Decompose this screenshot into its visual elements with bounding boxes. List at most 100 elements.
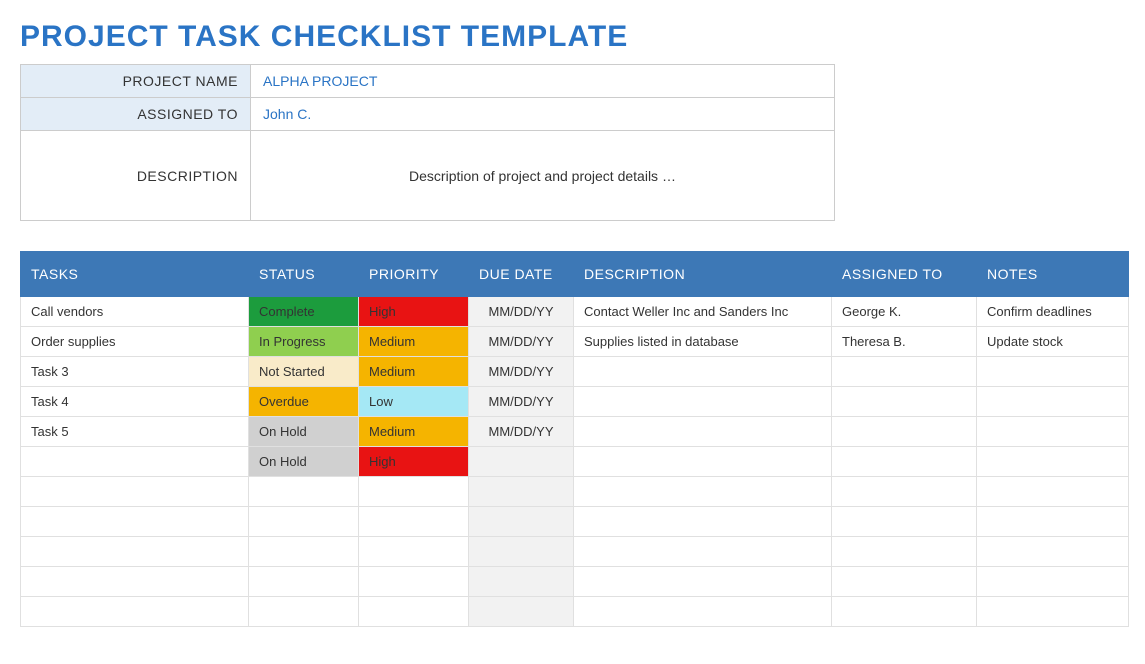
cell-assigned[interactable]: Theresa B. [832, 327, 977, 357]
cell-priority[interactable] [359, 567, 469, 597]
cell-description[interactable] [574, 387, 832, 417]
cell-status[interactable] [249, 477, 359, 507]
cell-status[interactable] [249, 507, 359, 537]
cell-priority[interactable] [359, 477, 469, 507]
cell-assigned[interactable]: George K. [832, 297, 977, 327]
cell-notes[interactable] [977, 447, 1129, 477]
cell-notes[interactable] [977, 597, 1129, 627]
col-assigned: ASSIGNED TO [832, 252, 977, 297]
cell-description[interactable] [574, 417, 832, 447]
project-name-label: PROJECT NAME [21, 65, 251, 98]
cell-priority[interactable]: Low [359, 387, 469, 417]
cell-task[interactable]: Order supplies [21, 327, 249, 357]
assigned-to-label: ASSIGNED TO [21, 98, 251, 131]
cell-notes[interactable] [977, 477, 1129, 507]
cell-description[interactable] [574, 537, 832, 567]
cell-due[interactable] [469, 447, 574, 477]
cell-due[interactable]: MM/DD/YY [469, 417, 574, 447]
cell-description[interactable] [574, 507, 832, 537]
cell-task[interactable] [21, 447, 249, 477]
task-row: Call vendorsCompleteHighMM/DD/YYContact … [21, 297, 1129, 327]
task-row-empty [21, 507, 1129, 537]
cell-description[interactable] [574, 597, 832, 627]
cell-task[interactable] [21, 597, 249, 627]
cell-task[interactable] [21, 507, 249, 537]
cell-priority[interactable] [359, 597, 469, 627]
cell-task[interactable]: Task 4 [21, 387, 249, 417]
cell-notes[interactable] [977, 357, 1129, 387]
cell-status[interactable]: On Hold [249, 447, 359, 477]
cell-priority[interactable] [359, 507, 469, 537]
col-description: DESCRIPTION [574, 252, 832, 297]
cell-task[interactable] [21, 537, 249, 567]
cell-status[interactable] [249, 537, 359, 567]
cell-priority[interactable]: Medium [359, 417, 469, 447]
cell-assigned[interactable] [832, 447, 977, 477]
cell-assigned[interactable] [832, 537, 977, 567]
cell-due[interactable] [469, 537, 574, 567]
cell-due[interactable]: MM/DD/YY [469, 357, 574, 387]
cell-priority[interactable]: High [359, 447, 469, 477]
cell-task[interactable] [21, 567, 249, 597]
cell-notes[interactable] [977, 507, 1129, 537]
cell-assigned[interactable] [832, 507, 977, 537]
tasks-header-row: TASKS STATUS PRIORITY DUE DATE DESCRIPTI… [21, 252, 1129, 297]
project-meta-table: PROJECT NAME ALPHA PROJECT ASSIGNED TO J… [20, 64, 835, 221]
cell-due[interactable] [469, 507, 574, 537]
cell-assigned[interactable] [832, 417, 977, 447]
task-row-empty [21, 597, 1129, 627]
cell-status[interactable]: Overdue [249, 387, 359, 417]
cell-notes[interactable] [977, 417, 1129, 447]
assigned-to-value[interactable]: John C. [251, 98, 835, 131]
cell-priority[interactable]: High [359, 297, 469, 327]
col-status: STATUS [249, 252, 359, 297]
project-name-value[interactable]: ALPHA PROJECT [251, 65, 835, 98]
cell-description[interactable] [574, 477, 832, 507]
cell-priority[interactable]: Medium [359, 357, 469, 387]
description-value[interactable]: Description of project and project detai… [251, 131, 835, 221]
cell-assigned[interactable] [832, 387, 977, 417]
cell-due[interactable] [469, 597, 574, 627]
task-row: On HoldHigh [21, 447, 1129, 477]
cell-due[interactable]: MM/DD/YY [469, 297, 574, 327]
cell-status[interactable]: Complete [249, 297, 359, 327]
cell-description[interactable]: Supplies listed in database [574, 327, 832, 357]
cell-status[interactable]: On Hold [249, 417, 359, 447]
cell-task[interactable] [21, 477, 249, 507]
task-row: Order suppliesIn ProgressMediumMM/DD/YYS… [21, 327, 1129, 357]
cell-notes[interactable]: Confirm deadlines [977, 297, 1129, 327]
cell-task[interactable]: Task 5 [21, 417, 249, 447]
cell-notes[interactable] [977, 567, 1129, 597]
cell-assigned[interactable] [832, 477, 977, 507]
cell-due[interactable]: MM/DD/YY [469, 327, 574, 357]
cell-status[interactable] [249, 597, 359, 627]
task-row-empty [21, 567, 1129, 597]
cell-task[interactable]: Task 3 [21, 357, 249, 387]
col-notes: NOTES [977, 252, 1129, 297]
cell-priority[interactable] [359, 537, 469, 567]
cell-status[interactable] [249, 567, 359, 597]
task-row-empty [21, 537, 1129, 567]
cell-notes[interactable] [977, 537, 1129, 567]
col-due: DUE DATE [469, 252, 574, 297]
cell-due[interactable] [469, 567, 574, 597]
cell-status[interactable]: Not Started [249, 357, 359, 387]
task-row: Task 5On HoldMediumMM/DD/YY [21, 417, 1129, 447]
cell-notes[interactable]: Update stock [977, 327, 1129, 357]
cell-due[interactable] [469, 477, 574, 507]
cell-assigned[interactable] [832, 357, 977, 387]
cell-description[interactable]: Contact Weller Inc and Sanders Inc [574, 297, 832, 327]
page-title: PROJECT TASK CHECKLIST TEMPLATE [20, 20, 1125, 54]
task-row: Task 3Not StartedMediumMM/DD/YY [21, 357, 1129, 387]
cell-due[interactable]: MM/DD/YY [469, 387, 574, 417]
cell-description[interactable] [574, 567, 832, 597]
cell-status[interactable]: In Progress [249, 327, 359, 357]
description-label: DESCRIPTION [21, 131, 251, 221]
cell-assigned[interactable] [832, 567, 977, 597]
cell-priority[interactable]: Medium [359, 327, 469, 357]
cell-notes[interactable] [977, 387, 1129, 417]
cell-description[interactable] [574, 357, 832, 387]
cell-assigned[interactable] [832, 597, 977, 627]
cell-task[interactable]: Call vendors [21, 297, 249, 327]
cell-description[interactable] [574, 447, 832, 477]
